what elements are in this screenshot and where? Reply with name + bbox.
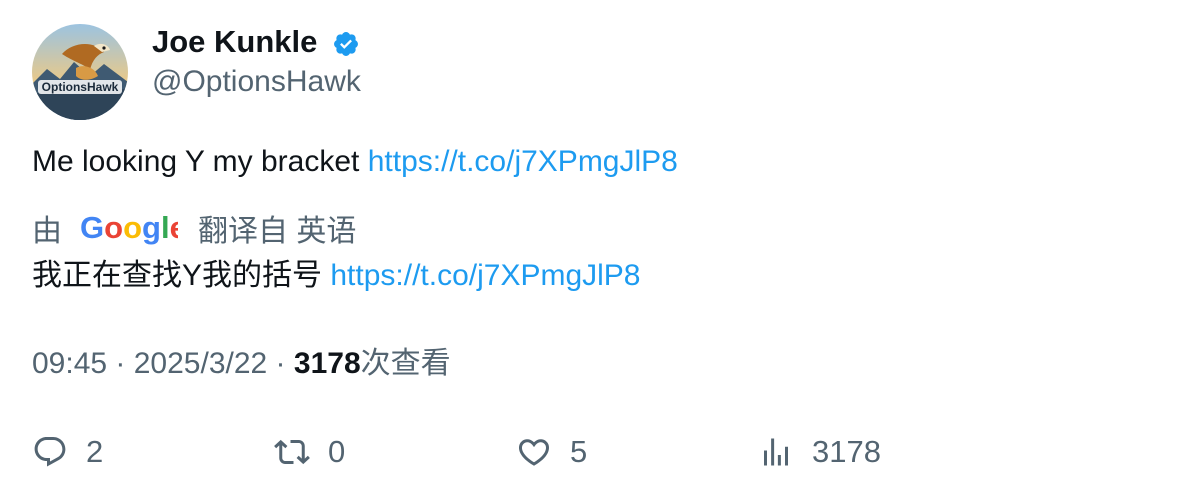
translated-from-label[interactable]: 翻译自 英语 (198, 206, 356, 250)
like-count: 5 (570, 434, 588, 469)
verified-badge-icon (334, 32, 358, 56)
tweet-meta: 09:45 · 2025/3/22 · 3178次查看 (32, 344, 451, 384)
translated-text: 我正在查找Y我的括号 https://t.co/j7XPmgJlP8 (32, 256, 641, 296)
views-button[interactable]: 3178 (758, 430, 881, 474)
meta-separator: · (267, 347, 294, 380)
tweet-date[interactable]: 2025/3/22 (134, 347, 267, 380)
avatar[interactable]: OptionsHawk (32, 24, 128, 120)
views-action-count: 3178 (812, 434, 881, 469)
views-chart-icon (764, 438, 788, 466)
reply-icon (34, 437, 66, 467)
display-name[interactable]: Joe Kunkle (152, 24, 317, 60)
tweet-body: Me looking Y my bracket (32, 145, 368, 178)
author-handle[interactable]: @OptionsHawk (152, 64, 361, 100)
google-logo-icon: Google (80, 211, 178, 245)
retweet-icon (274, 439, 310, 465)
svg-text:Google: Google (80, 211, 178, 245)
hawk-logo-image: OptionsHawk (32, 24, 128, 120)
reply-button[interactable]: 2 (32, 430, 103, 474)
heart-icon (518, 439, 550, 466)
retweet-button[interactable]: 0 (274, 430, 345, 474)
translation-attribution: 由 Google 翻译自 英语 (32, 206, 356, 250)
tweet-text: Me looking Y my bracket https://t.co/j7X… (32, 142, 678, 182)
like-button[interactable]: 5 (516, 430, 587, 474)
translated-by-label: 由 (32, 215, 62, 248)
reply-count: 2 (86, 434, 104, 469)
retweet-count: 0 (328, 434, 346, 469)
translated-link[interactable]: https://t.co/j7XPmgJlP8 (330, 259, 640, 292)
views-count: 3178 (293, 347, 361, 380)
tweet-time[interactable]: 09:45 (32, 347, 107, 380)
tweet-link[interactable]: https://t.co/j7XPmgJlP8 (368, 145, 678, 178)
avatar-logo-text: OptionsHawk (42, 80, 119, 94)
meta-separator: · (107, 347, 134, 380)
translated-body: 我正在查找Y我的括号 (32, 259, 331, 292)
views-label: 次查看 (360, 347, 451, 380)
